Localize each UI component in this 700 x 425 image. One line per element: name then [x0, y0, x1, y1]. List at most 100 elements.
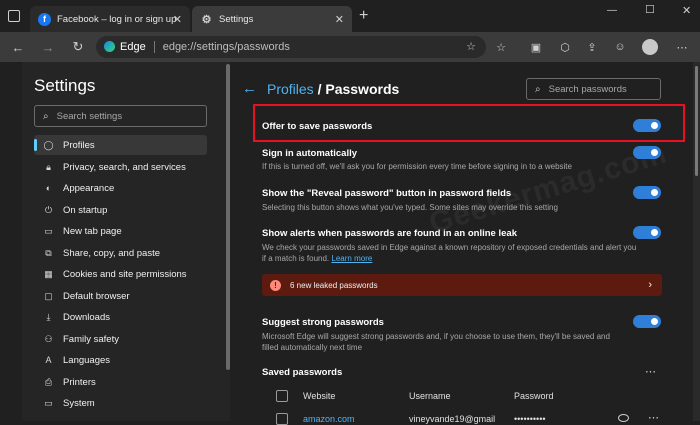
search-passwords-placeholder: Search passwords — [548, 83, 627, 95]
sidebar-item-privacy[interactable]: 🔒︎ Privacy, search, and services — [34, 157, 207, 177]
sidebar-item-system[interactable]: ▭ System — [34, 393, 207, 413]
feedback-icon[interactable]: ☺ — [613, 40, 627, 54]
chevron-right-icon: › — [648, 279, 652, 291]
tab-bar: f Facebook – log in or sign up ✕ ⚙ Setti… — [0, 0, 700, 32]
maximize-button[interactable]: ☐ — [645, 3, 655, 16]
refresh-icon[interactable]: ↻ — [70, 39, 86, 55]
address-url: edge://settings/passwords — [162, 41, 290, 53]
new-tab-button[interactable]: + — [359, 7, 368, 25]
favorite-star-icon[interactable]: ☆ — [466, 40, 476, 53]
more-menu-icon[interactable]: ⋯ — [675, 40, 689, 54]
select-all-checkbox[interactable] — [276, 390, 288, 402]
saved-passwords-title: Saved passwords — [262, 367, 343, 378]
sign-in-title: Sign in automatically — [262, 148, 358, 159]
close-tab-icon[interactable]: ✕ — [173, 13, 182, 26]
extensions-icon[interactable]: ⬡ — [558, 40, 572, 54]
search-settings-input[interactable]: ⌕ Search settings — [34, 105, 207, 127]
sidebar-item-label: Printers — [63, 376, 96, 388]
sidebar-item-label: Profiles — [63, 139, 95, 151]
sidebar-item-label: On startup — [63, 204, 108, 216]
close-tab-icon[interactable]: ✕ — [335, 13, 344, 26]
sidebar-item-label: Downloads — [63, 311, 110, 323]
sign-in-toggle[interactable] — [633, 146, 661, 159]
profile-icon: ◯ — [43, 139, 54, 150]
back-arrow-icon[interactable]: ← — [242, 80, 257, 97]
address-bar[interactable]: Edge edge://settings/passwords ☆ — [96, 36, 486, 58]
sidebar-item-appearance[interactable]: ◐ Appearance — [34, 178, 207, 198]
row-checkbox[interactable] — [276, 413, 288, 425]
profile-avatar-icon[interactable] — [642, 39, 658, 55]
tab-actions-icon[interactable] — [8, 10, 20, 22]
tab-facebook[interactable]: f Facebook – log in or sign up ✕ — [30, 6, 190, 32]
learn-more-link[interactable]: Learn more — [331, 254, 372, 263]
sidebar-item-new-tab-page[interactable]: ▭ New tab page — [34, 221, 207, 241]
share-icon: ⧉ — [45, 247, 52, 258]
facebook-icon: f — [38, 12, 51, 26]
breadcrumb-profiles-link[interactable]: Profiles — [267, 81, 314, 97]
offer-save-toggle[interactable] — [633, 119, 661, 132]
reveal-desc: Selecting this button shows what you've … — [262, 203, 558, 212]
sidebar-item-label: Languages — [63, 354, 111, 366]
newtab-icon: ▭ — [44, 225, 53, 236]
settings-sidebar: Settings ⌕ Search settings ◯ Profiles 🔒︎ P… — [22, 62, 230, 421]
sidebar-item-share-copy-paste[interactable]: ⧉ Share, copy, and paste — [34, 243, 207, 263]
back-arrow-icon[interactable]: ← — [10, 39, 26, 55]
sidebar-item-label: Cookies and site permissions — [63, 268, 187, 280]
leak-banner-text: 6 new leaked passwords — [290, 280, 378, 290]
system-icon: ▭ — [44, 397, 53, 408]
language-icon: A — [45, 355, 52, 365]
more-options-icon[interactable]: ⋯ — [645, 365, 656, 378]
alerts-title: Show alerts when passwords are found in … — [262, 228, 517, 239]
sidebar-item-cookies[interactable]: ▦ Cookies and site permissions — [34, 264, 207, 284]
alerts-toggle[interactable] — [633, 226, 661, 239]
sidebar-item-label: Family safety — [63, 333, 119, 345]
tab-title: Settings — [219, 13, 254, 25]
column-website: Website — [303, 391, 336, 401]
alert-icon: ! — [270, 279, 281, 291]
passwords-panel: Geekermag.com ← Profiles / Passwords ⌕ S… — [230, 62, 692, 425]
sign-in-desc: If this is turned off, we'll ask you for… — [262, 162, 572, 171]
row-more-icon[interactable]: ⋯ — [648, 411, 659, 424]
row-password: •••••••••• — [514, 414, 546, 424]
address-separator — [153, 41, 155, 53]
reveal-toggle[interactable] — [633, 186, 661, 199]
sidebar-item-printers[interactable]: ⎙ Printers — [34, 372, 207, 392]
row-website-link[interactable]: amazon.com — [303, 414, 355, 424]
sidebar-item-profiles[interactable]: ◯ Profiles — [34, 135, 207, 155]
sidebar-item-family-safety[interactable]: ⚇ Family safety — [34, 329, 207, 349]
favorites-icon[interactable]: ☆ — [494, 40, 508, 54]
row-username: vineyvande19@gmail — [409, 414, 496, 424]
browser-toolbar: ← → ↻ Edge edge://settings/passwords ☆ ☆… — [0, 32, 700, 62]
close-window-button[interactable]: ✕ — [682, 4, 691, 17]
minimize-button[interactable]: — — [607, 5, 617, 16]
sidebar-item-default-browser[interactable]: ▢ Default browser — [34, 286, 207, 306]
sidebar-item-label: Privacy, search, and services — [63, 161, 186, 173]
edge-logo-icon — [104, 41, 115, 52]
column-password: Password — [514, 391, 554, 401]
lock-icon: 🔒︎ — [46, 161, 51, 172]
sidebar-item-on-startup[interactable]: ⏻ On startup — [34, 200, 207, 220]
share-icon[interactable]: ⇪ — [585, 40, 599, 54]
tab-settings[interactable]: ⚙ Settings ✕ — [192, 6, 352, 32]
forward-arrow-icon[interactable]: → — [40, 39, 56, 55]
scrollbar-thumb[interactable] — [695, 66, 698, 176]
download-icon: ⤓ — [46, 311, 51, 322]
collections-icon[interactable]: ▣ — [529, 40, 543, 54]
column-username: Username — [409, 391, 451, 401]
printer-icon: ⎙ — [44, 376, 53, 387]
sidebar-item-label: Default browser — [63, 290, 130, 302]
main-scrollbar[interactable] — [693, 62, 700, 421]
sidebar-item-label: System — [63, 397, 95, 409]
leaked-passwords-banner[interactable]: ! 6 new leaked passwords › — [262, 274, 662, 296]
search-passwords-input[interactable]: ⌕ Search passwords — [526, 78, 661, 100]
gear-icon: ⚙ — [201, 13, 212, 26]
breadcrumb-separator: / — [313, 80, 326, 97]
strong-desc: Microsoft Edge will suggest strong passw… — [262, 332, 610, 352]
strong-toggle[interactable] — [633, 315, 661, 328]
search-icon: ⌕ — [43, 110, 49, 122]
page-title: Passwords — [325, 80, 400, 97]
sidebar-item-languages[interactable]: A Languages — [34, 350, 207, 370]
alerts-desc: We check your passwords saved in Edge ag… — [262, 242, 642, 264]
breadcrumb: ← Profiles / Passwords — [242, 80, 399, 97]
sidebar-item-downloads[interactable]: ⤓ Downloads — [34, 307, 207, 327]
